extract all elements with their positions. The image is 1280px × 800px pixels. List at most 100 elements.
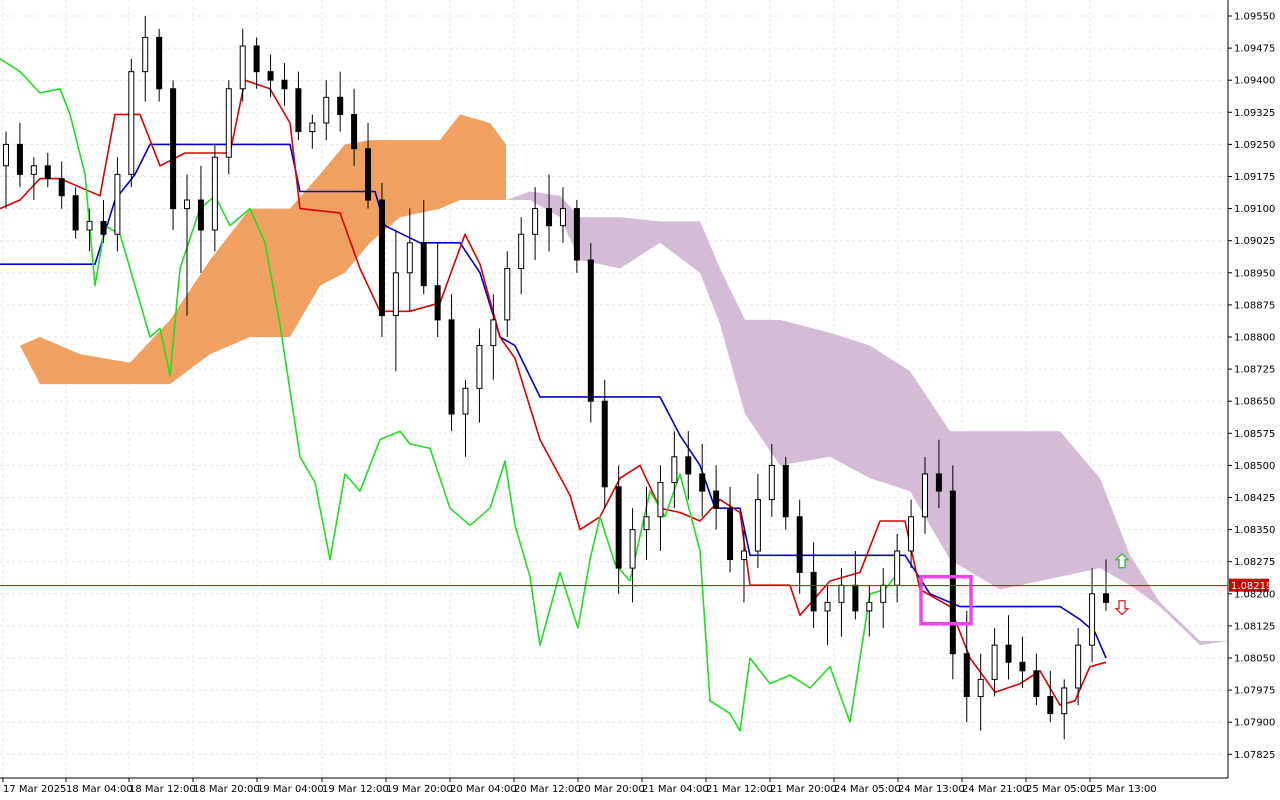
x-tick-label: 18 Mar 04:00 [66,784,133,795]
x-tick-label: 20 Mar 12:00 [514,784,581,795]
candle-body [1075,644,1082,689]
candle-body [72,195,79,231]
candle-body [699,473,706,492]
y-tick-label: 1.08875 [1234,300,1275,311]
candle-body [935,473,942,492]
candle-body [713,490,720,509]
y-tick-label: 1.08425 [1234,493,1275,504]
candle-body [281,79,288,90]
candle-body [1019,661,1026,672]
candle-body [894,550,901,586]
x-tick-label: 25 Mar 13:00 [1090,784,1157,795]
candle-body [420,242,427,287]
candle-body [754,499,761,552]
candle-body [114,173,121,235]
candle-body [30,165,37,175]
y-tick-label: 1.08275 [1234,557,1275,568]
x-tick-label: 20 Mar 04:00 [450,784,517,795]
x-tick-label: 19 Mar 12:00 [322,784,389,795]
y-tick-label: 1.08575 [1234,429,1275,440]
candle-body [156,36,163,90]
candle-body [323,96,330,124]
candle-body [601,400,608,488]
candle-body [880,584,887,603]
candle-body [908,516,915,552]
x-tick-label: 21 Mar 04:00 [642,784,709,795]
y-tick-label: 1.08500 [1234,461,1275,472]
y-tick-label: 1.08725 [1234,365,1275,376]
x-tick-label: 19 Mar 20:00 [386,784,453,795]
candle-body [142,36,149,73]
y-tick-label: 1.09100 [1234,204,1275,215]
y-tick-label: 1.09175 [1234,172,1275,183]
x-tick-label: 25 Mar 05:00 [1026,784,1093,795]
candle-body [824,601,831,612]
ichimoku-chart: 1.08219 1.095501.094751.094001.093251.09… [0,0,1280,800]
candle-body [295,88,302,133]
x-tick-label: 21 Mar 12:00 [706,784,773,795]
x-tick-label: 19 Mar 04:00 [257,784,324,795]
candle-body [392,272,399,317]
x-tick-label: 24 Mar 21:00 [962,784,1029,795]
y-tick-label: 1.08800 [1234,333,1275,344]
candle-body [768,464,775,501]
candle-body [462,387,469,415]
candle-body [448,319,455,415]
candle-body [1103,593,1109,603]
y-tick-label: 1.08050 [1234,654,1275,665]
candle-body [378,199,385,317]
x-tick-label: 24 Mar 05:00 [834,784,901,795]
candle-body [518,233,525,270]
candle-body [977,678,984,698]
candle-body [16,143,23,175]
candle-body [587,259,594,402]
candle-body [1061,687,1068,715]
candle-body [740,550,747,561]
candle-body [657,482,664,518]
candle-body [685,456,692,475]
candle-body [1047,696,1054,715]
x-tick-label: 24 Mar 13:00 [898,784,965,795]
y-tick-label: 1.09250 [1234,140,1275,151]
y-tick-label: 1.08125 [1234,621,1275,632]
plot-background [0,0,1280,800]
candle-body [615,486,622,569]
candle-body [184,199,191,210]
y-tick-label: 1.09325 [1234,108,1275,119]
candle-body [949,490,956,655]
candle-body [3,143,9,167]
candle-body [671,456,678,484]
candle-body [197,199,204,231]
candle-body [852,584,859,612]
candle-body [727,507,734,561]
candle-body [211,156,218,231]
candle-body [406,242,413,274]
candle-body [1005,644,1012,663]
y-tick-label: 1.09400 [1234,76,1275,87]
candle-body [100,220,107,235]
y-tick-label: 1.09550 [1234,12,1275,23]
candle-body [643,516,650,531]
y-tick-label: 1.07975 [1234,686,1275,697]
x-tick-label: 21 Mar 20:00 [770,784,837,795]
candle-body [921,473,928,518]
candle-body [170,88,177,210]
candle-body [838,584,845,603]
candle-body [476,345,483,389]
candle-body [991,644,998,680]
candle-body [866,601,873,612]
candle-body [434,285,441,321]
candle-body [58,178,65,197]
candle-body [573,208,580,261]
candle-body [796,516,803,573]
x-tick-label: 17 Mar 2025 [3,784,66,795]
candle-body [239,45,246,90]
x-tick-label: 18 Mar 20:00 [193,784,260,795]
candle-body [337,96,344,115]
candle-body [1089,593,1096,646]
y-tick-label: 1.07825 [1234,750,1275,761]
y-tick-label: 1.08650 [1234,397,1275,408]
y-tick-label: 1.09475 [1234,44,1275,55]
candle-body [1033,670,1040,698]
x-tick-label: 18 Mar 12:00 [129,784,196,795]
